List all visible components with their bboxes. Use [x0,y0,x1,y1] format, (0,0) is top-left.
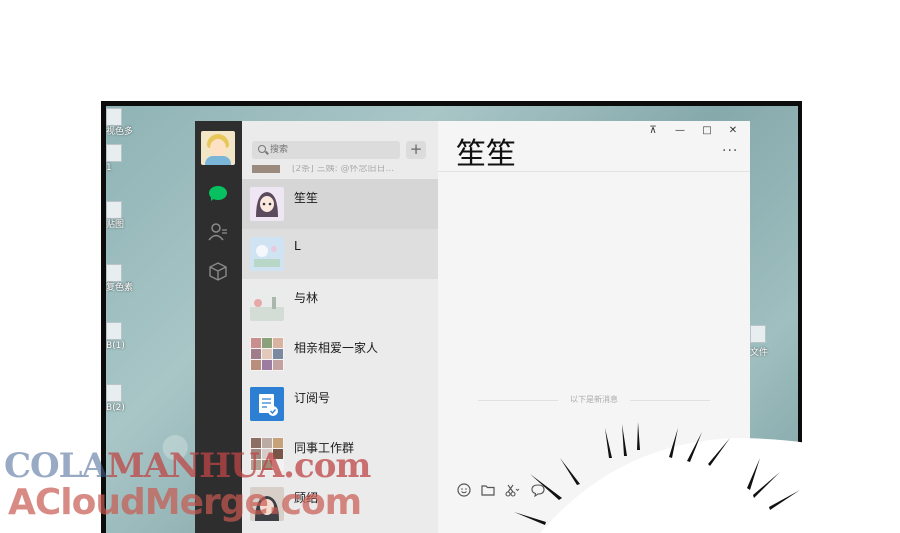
close-button[interactable]: ✕ [726,125,740,136]
desktop-icon-label: 1 [106,163,112,173]
chat-item-subscriptions[interactable]: 订阅号 [242,379,438,429]
desktop-icon-label: B(1) [106,341,125,351]
chat-item-name: 相亲相爱一家人 [294,341,379,355]
minimize-button[interactable]: — [673,125,687,136]
desktop-icon[interactable]: 视色多 [106,108,146,138]
subscription-icon [250,387,284,421]
avatar [250,287,284,321]
watermark: COLAMANHUA.com [4,446,371,486]
desktop-icon[interactable]: B(2) [106,384,146,414]
chat-item-name: L [294,239,301,253]
avatar [250,187,284,221]
desktop-icon[interactable]: 复色素 [106,264,146,294]
search-icon [258,145,266,153]
chat-item-shengsheng[interactable]: 笙笙 [242,179,438,229]
search-input[interactable] [270,141,395,159]
watermark-text: ACloudMerge.com [8,482,362,523]
desktop-icon[interactable]: B(1) [106,322,146,352]
list-item-preview: [2条] 三姨: @怀念旧日... [292,165,395,174]
search-box[interactable] [252,141,400,159]
chat-item-name: 订阅号 [294,391,331,405]
maximize-button[interactable]: □ [700,125,714,136]
contacts-icon[interactable] [207,221,229,243]
chat-item-family-group[interactable]: 相亲相爱一家人 [242,329,438,379]
avatar[interactable] [201,131,235,165]
watermark-text: COLA [4,446,108,486]
desktop-icon-label: 视色多 [106,127,134,137]
chat-item-name: 与林 [294,291,319,305]
cube-icon[interactable] [207,261,229,283]
chat-item-yulin[interactable]: 与林 [242,279,438,329]
scissors-icon[interactable] [504,483,520,499]
desktop-icon-label: B(2) [106,403,125,413]
chat-item-name: 笙笙 [294,191,319,205]
watermark: ACloudMerge.com [8,482,362,523]
emoji-icon[interactable] [456,483,472,499]
more-button[interactable]: ··· [722,143,738,159]
add-button[interactable]: + [406,141,426,159]
desktop-icon-file[interactable]: 文件 [750,325,768,358]
desktop-icon[interactable]: 1 [106,144,146,174]
chat-header: 笙笙 ⊼ — □ ✕ ··· [438,121,750,172]
new-messages-divider: 以下是新消息 [478,393,710,407]
desktop-icon[interactable]: 贴图 [106,201,146,231]
list-item[interactable]: [2条] 三姨: @怀念旧日... [242,165,438,179]
watermark-text: MANHUA.com [106,446,371,486]
desktop-icon-label: 文件 [750,348,769,358]
chat-title: 笙笙 [456,137,516,172]
chat-icon[interactable] [207,183,229,205]
pin-icon[interactable]: ⊼ [646,125,660,136]
avatar [250,337,284,371]
desktop-icon-label: 复色素 [106,283,134,293]
chat-bubble-icon[interactable] [530,483,546,499]
chat-panel: 笙笙 ⊼ — □ ✕ ··· 以下是新消息 [438,121,750,533]
avatar [250,237,284,271]
chat-item-l[interactable]: L [242,229,438,279]
folder-icon[interactable] [480,483,496,499]
desktop-icon-label: 贴图 [106,220,125,230]
